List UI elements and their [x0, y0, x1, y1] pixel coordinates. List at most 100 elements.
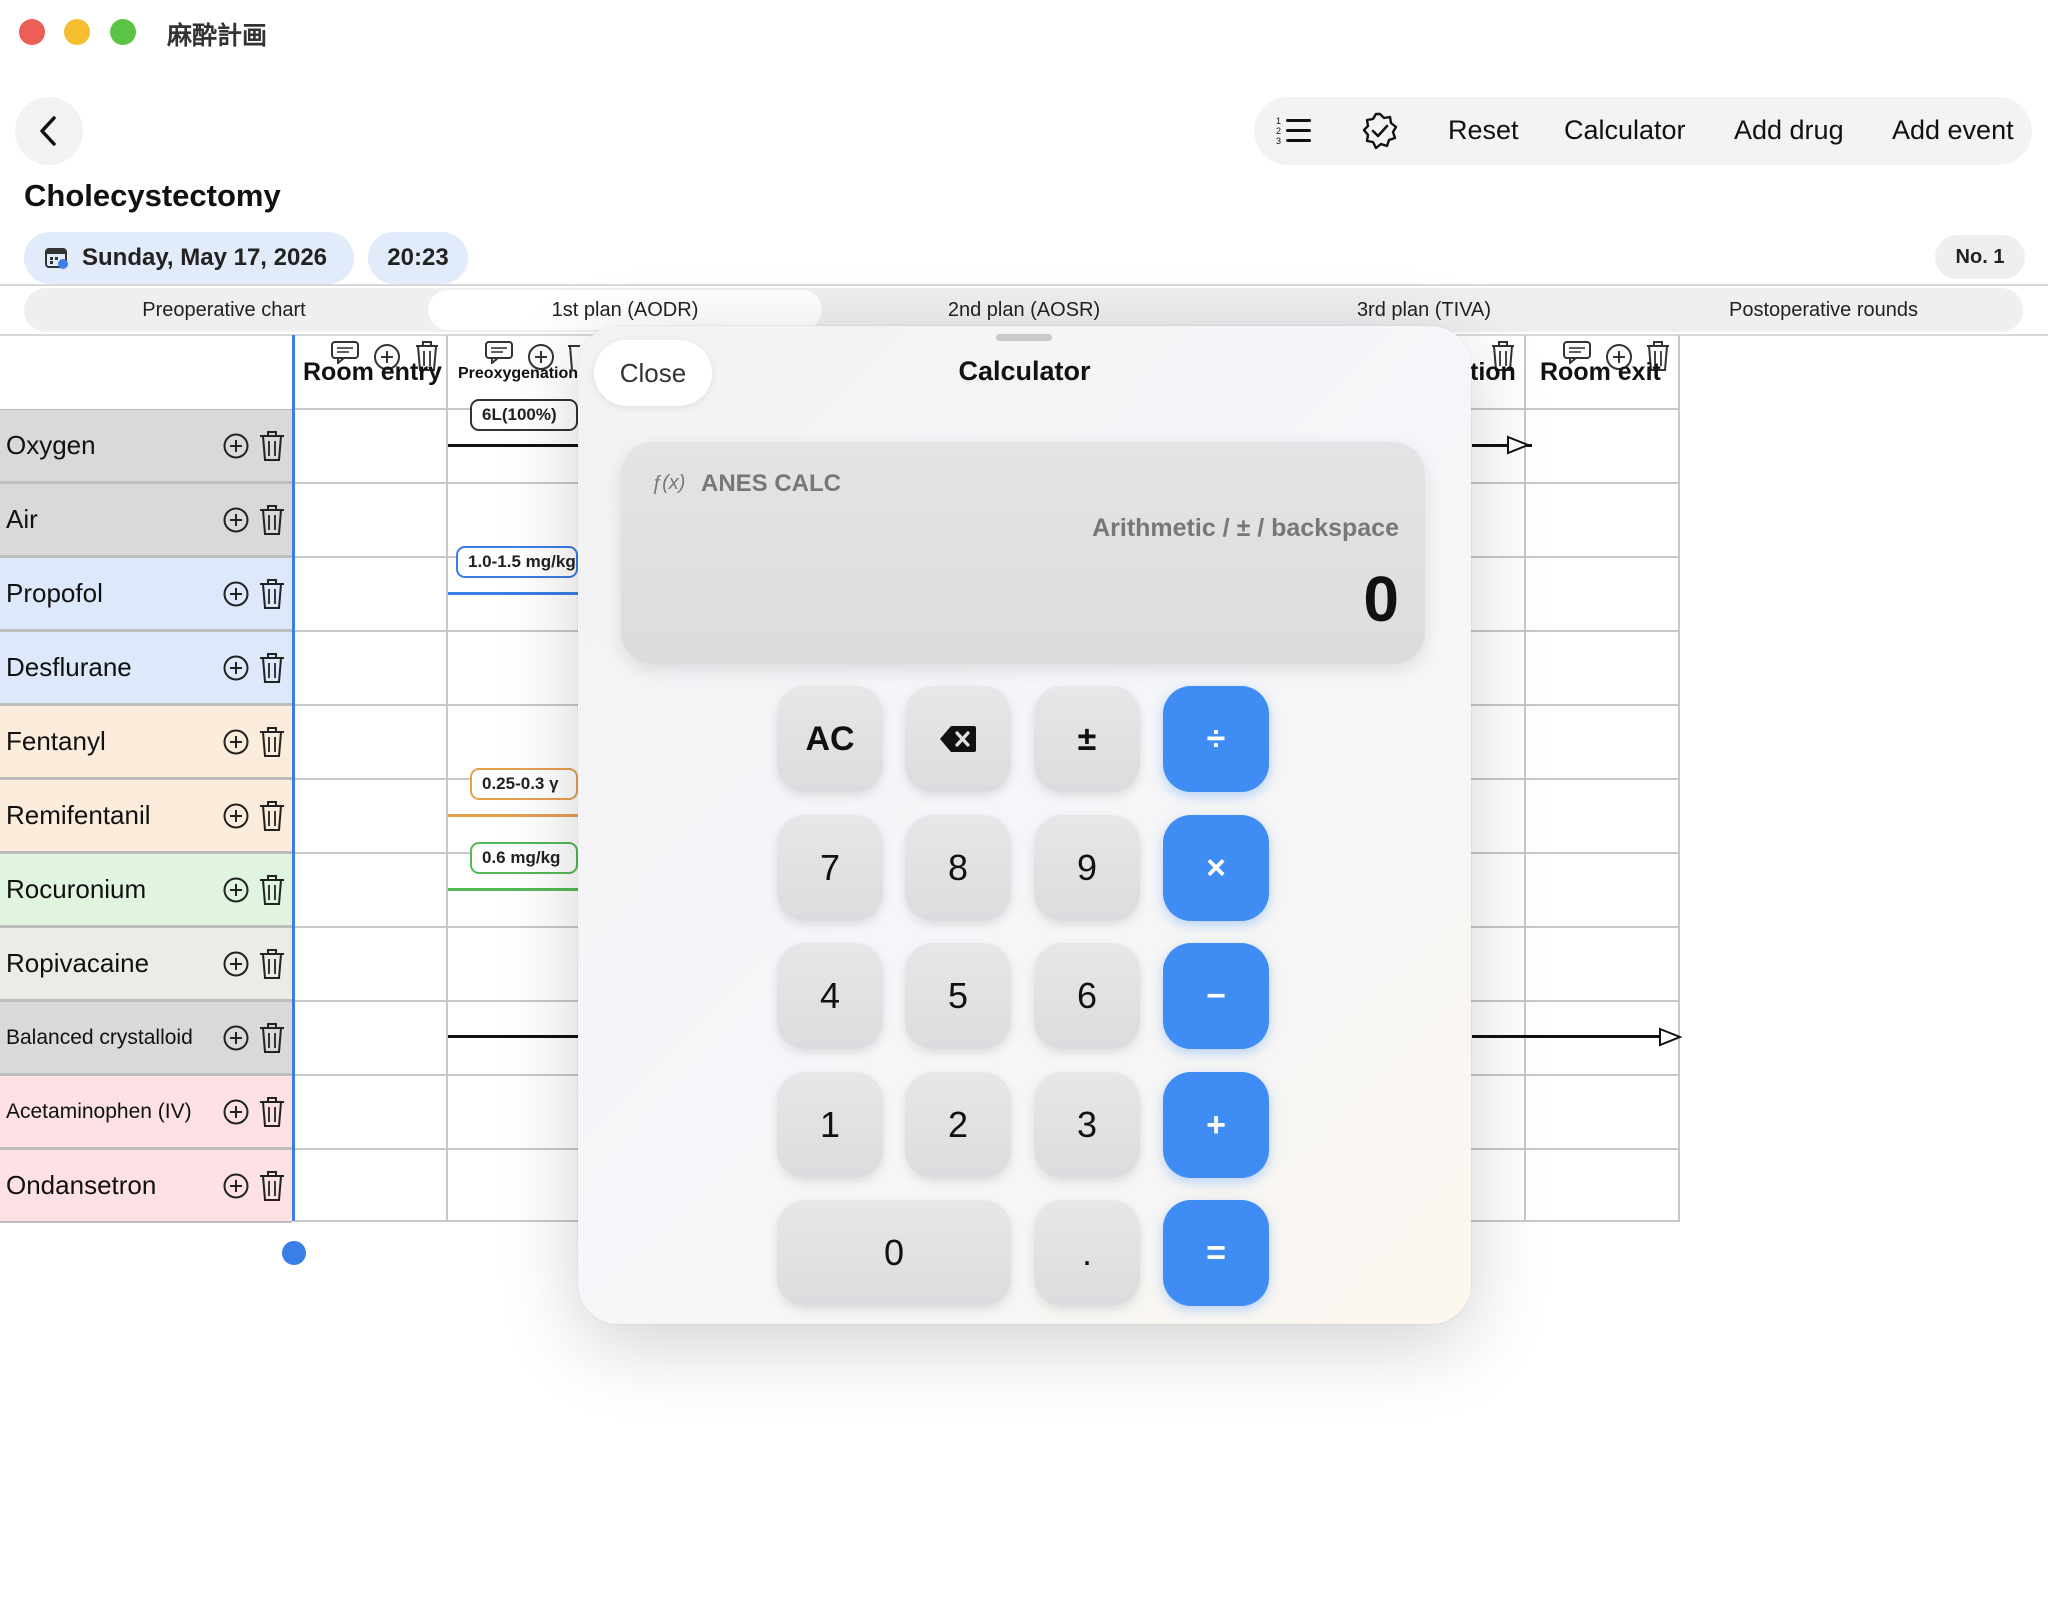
tab-1st-plan[interactable]: 1st plan (AODR) — [428, 290, 822, 330]
trash-icon[interactable] — [258, 652, 286, 684]
tab-postoperative-rounds[interactable]: Postoperative rounds — [1624, 288, 2023, 332]
add-dose-icon[interactable] — [222, 580, 250, 608]
trash-icon[interactable] — [258, 948, 286, 980]
key-4[interactable]: 4 — [777, 943, 883, 1049]
tab-preoperative-chart[interactable]: Preoperative chart — [24, 288, 424, 332]
key-minus[interactable]: − — [1163, 943, 1269, 1049]
key-3[interactable]: 3 — [1034, 1072, 1140, 1178]
key-7[interactable]: 7 — [777, 815, 883, 921]
oxygen-dose-tag[interactable]: 6L(100%) — [470, 399, 578, 431]
drug-row[interactable]: Ropivacaine — [0, 927, 292, 1001]
drug-row[interactable]: Air — [0, 483, 292, 557]
add-dose-icon[interactable] — [222, 1024, 250, 1052]
svg-text:2: 2 — [1276, 126, 1281, 136]
add-dose-icon[interactable] — [222, 728, 250, 756]
calculator-display: ƒ(x) ANES CALC Arithmetic / ± / backspac… — [621, 442, 1425, 664]
calculator-title: Calculator — [958, 356, 1091, 386]
svg-text:3: 3 — [1276, 136, 1281, 146]
trash-icon[interactable] — [258, 578, 286, 610]
drug-name: Desflurane — [6, 652, 132, 682]
date-text: Sunday, May 17, 2026 — [82, 244, 328, 271]
add-dose-icon[interactable] — [222, 1172, 250, 1200]
divider — [0, 284, 2048, 286]
drug-name: Balanced crystalloid — [6, 1026, 193, 1049]
remifentanil-dose-tag[interactable]: 0.25-0.3 γ — [470, 768, 578, 800]
add-dose-icon[interactable] — [222, 506, 250, 534]
key-equals[interactable]: = — [1163, 1200, 1269, 1306]
trash-icon[interactable] — [258, 800, 286, 832]
drug-row[interactable]: Acetaminophen (IV) — [0, 1075, 292, 1149]
arrow-head-icon — [1507, 435, 1530, 455]
reset-button[interactable]: Reset — [1448, 115, 1519, 146]
verified-badge-icon[interactable] — [1360, 111, 1400, 151]
date-picker[interactable]: Sunday, May 17, 2026 — [24, 232, 354, 284]
drug-row[interactable]: Oxygen — [0, 409, 292, 483]
chevron-left-icon — [40, 116, 56, 146]
trash-icon[interactable] — [258, 504, 286, 536]
remifentanil-timeline — [448, 814, 578, 817]
drug-name: Ondansetron — [6, 1170, 157, 1200]
key-1[interactable]: 1 — [777, 1072, 883, 1178]
propofol-dose-tag[interactable]: 1.0-1.5 mg/kg — [456, 546, 578, 578]
drug-row[interactable]: Balanced crystalloid — [0, 1001, 292, 1075]
add-dose-icon[interactable] — [222, 802, 250, 830]
plan-number-badge[interactable]: No. 1 — [1935, 235, 2025, 279]
minimize-window-button[interactable] — [64, 19, 90, 45]
calculator-hint: Arithmetic / ± / backspace — [1092, 514, 1399, 542]
drug-row[interactable]: Fentanyl — [0, 705, 292, 779]
current-time-handle[interactable] — [282, 1241, 306, 1265]
add-dose-icon[interactable] — [222, 654, 250, 682]
trash-icon[interactable] — [258, 726, 286, 758]
key-plus-minus[interactable]: ± — [1034, 686, 1140, 792]
trash-icon[interactable] — [258, 1170, 286, 1202]
column-header-room-exit[interactable]: Room exit — [1540, 358, 1661, 387]
trash-icon[interactable] — [258, 1096, 286, 1128]
add-drug-button[interactable]: Add drug — [1734, 115, 1844, 146]
time-picker[interactable]: 20:23 — [368, 232, 468, 284]
trash-icon[interactable] — [258, 430, 286, 462]
key-6[interactable]: 6 — [1034, 943, 1140, 1049]
add-dose-icon[interactable] — [222, 876, 250, 904]
current-time-line — [292, 335, 295, 1221]
column-header-preoxygenation[interactable]: Preoxygenation — [458, 365, 578, 383]
rocuronium-dose-tag[interactable]: 0.6 mg/kg — [470, 842, 578, 874]
drug-name: Acetaminophen (IV) — [6, 1100, 192, 1123]
drug-name: Rocuronium — [6, 874, 147, 904]
calculator-button[interactable]: Calculator — [1564, 115, 1686, 146]
key-decimal[interactable]: . — [1034, 1200, 1140, 1306]
key-divide[interactable]: ÷ — [1163, 686, 1269, 792]
column-header-room-entry[interactable]: Room entry — [303, 358, 442, 387]
drug-row[interactable]: Ondansetron — [0, 1149, 292, 1223]
key-plus[interactable]: + — [1163, 1072, 1269, 1178]
drug-name: Fentanyl — [6, 726, 106, 756]
crystalloid-timeline — [448, 1035, 578, 1038]
numbered-list-icon[interactable]: 1 2 3 — [1274, 111, 1314, 151]
trash-icon[interactable] — [258, 1022, 286, 1054]
add-dose-icon[interactable] — [222, 950, 250, 978]
back-button[interactable] — [15, 97, 83, 165]
add-dose-icon[interactable] — [222, 432, 250, 460]
crystalloid-timeline — [1472, 1035, 1670, 1038]
drug-row[interactable]: Rocuronium — [0, 853, 292, 927]
drug-row[interactable]: Remifentanil — [0, 779, 292, 853]
drug-row[interactable]: Desflurane — [0, 631, 292, 705]
rocuronium-timeline — [448, 888, 578, 891]
propofol-timeline — [448, 592, 578, 595]
key-9[interactable]: 9 — [1034, 815, 1140, 921]
key-2[interactable]: 2 — [905, 1072, 1011, 1178]
add-event-button[interactable]: Add event — [1892, 115, 2014, 146]
close-window-button[interactable] — [19, 19, 45, 45]
key-all-clear[interactable]: AC — [777, 686, 883, 792]
add-dose-icon[interactable] — [222, 1098, 250, 1126]
key-backspace[interactable] — [905, 686, 1011, 792]
zoom-window-button[interactable] — [110, 19, 136, 45]
key-5[interactable]: 5 — [905, 943, 1011, 1049]
key-8[interactable]: 8 — [905, 815, 1011, 921]
key-multiply[interactable]: × — [1163, 815, 1269, 921]
key-0[interactable]: 0 — [777, 1200, 1011, 1306]
column-header-induction[interactable]: tion — [1470, 358, 1516, 387]
drug-row[interactable]: Propofol — [0, 557, 292, 631]
oxygen-timeline — [448, 444, 578, 447]
sheet-grabber[interactable] — [996, 334, 1052, 341]
trash-icon[interactable] — [258, 874, 286, 906]
